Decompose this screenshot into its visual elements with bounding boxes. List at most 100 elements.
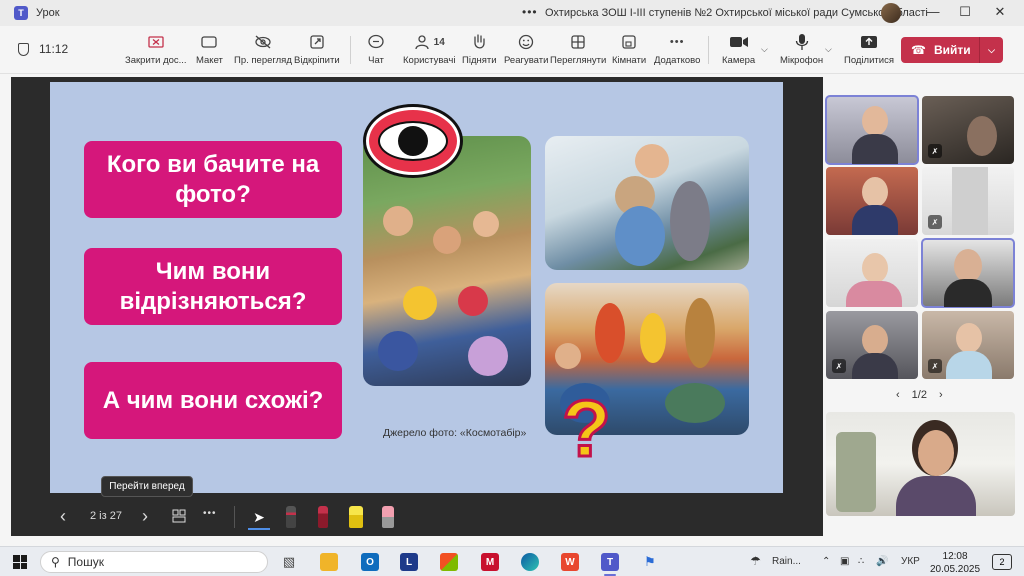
participant-tile[interactable] xyxy=(921,238,1015,308)
share-button[interactable]: Поділитися xyxy=(844,32,894,66)
participant-tile[interactable] xyxy=(826,167,918,235)
search-placeholder: Пошук xyxy=(67,555,104,569)
wps-office-icon[interactable]: W xyxy=(561,553,579,571)
share-icon xyxy=(860,32,878,52)
leave-options-chevron-icon[interactable]: ⌵ xyxy=(979,37,1003,63)
self-video-tile[interactable] xyxy=(826,412,1015,516)
more-label: Додатково xyxy=(654,55,701,66)
chat-button[interactable]: Чат xyxy=(367,32,385,66)
meeting-timer: 11:12 xyxy=(18,42,68,56)
camera-icon xyxy=(729,32,749,52)
camera-button[interactable]: Камера xyxy=(722,32,755,66)
taskbar-clock[interactable]: 12:08 20.05.2025 xyxy=(930,550,980,576)
highlighter-icon[interactable] xyxy=(349,506,363,528)
leave-label: Вийти xyxy=(933,43,971,57)
search-icon: ⚲ xyxy=(51,555,60,569)
share-label: Поділитися xyxy=(844,55,894,66)
next-slide-tooltip: Перейти вперед xyxy=(101,476,193,497)
chat-label: Чат xyxy=(368,55,384,66)
teams-taskbar-icon[interactable]: T xyxy=(601,553,619,571)
eraser-icon[interactable] xyxy=(382,506,394,528)
next-slide-button[interactable]: › xyxy=(142,506,148,527)
windows-start-icon[interactable] xyxy=(13,555,27,569)
title-bar: T Урок ••• Охтирська ЗОШ І-ІІІ ступенів … xyxy=(0,0,1024,26)
pop-out-button[interactable]: Відкріпити xyxy=(294,32,340,66)
participant-tile[interactable] xyxy=(826,239,918,307)
layout-button[interactable]: Макет xyxy=(196,32,223,66)
more-button[interactable]: ••• Додатково xyxy=(654,32,700,66)
edge-icon[interactable] xyxy=(521,553,539,571)
eye-badge-icon xyxy=(366,107,460,175)
language-indicator[interactable]: УКР xyxy=(901,556,920,567)
people-icon: 14 xyxy=(414,32,445,52)
app-pin-icon[interactable]: ⚑ xyxy=(641,553,659,571)
red-pen-icon[interactable] xyxy=(318,506,328,528)
camera-options-chevron-icon[interactable]: ⌵ xyxy=(761,44,768,55)
eye-icon xyxy=(378,121,448,161)
mic-options-chevron-icon[interactable]: ⌵ xyxy=(825,44,832,55)
toolbar-divider xyxy=(708,36,709,64)
mic-button[interactable]: Мікрофон xyxy=(780,32,823,66)
tray-chevron-icon[interactable]: ⌃ xyxy=(822,556,830,567)
eye-off-icon xyxy=(254,32,272,52)
participant-tile[interactable] xyxy=(825,95,919,165)
mic-off-icon: ✗ xyxy=(928,359,942,373)
view-button[interactable]: Переглянути xyxy=(550,32,606,66)
account-avatar[interactable] xyxy=(881,3,901,23)
clock-date: 20.05.2025 xyxy=(930,564,981,575)
phone-hangup-icon: ☎ xyxy=(911,43,926,57)
question-mark-graphic: ? xyxy=(561,384,613,473)
photo-girl-with-child xyxy=(545,136,749,270)
close-content-button[interactable]: Закрити дос... xyxy=(125,32,187,66)
clock-time: 12:08 xyxy=(942,551,968,562)
mic-off-icon: ✗ xyxy=(832,359,846,373)
close-share-icon xyxy=(148,32,164,52)
gallery-next-button[interactable]: › xyxy=(939,389,943,401)
photo-source-caption: Джерело фото: «Космотабір» xyxy=(383,427,527,439)
windows-taskbar: ⚲ Пошук ▧ O L M W T ⚑ ☂ Rain... ⌃ ▣ ∴ 🔊 … xyxy=(0,546,1024,576)
participant-tile[interactable]: ✗ xyxy=(922,96,1014,164)
slide-more-icon[interactable]: ••• xyxy=(203,508,217,519)
raise-hand-label: Підняти xyxy=(462,55,497,66)
file-explorer-icon[interactable] xyxy=(320,553,338,571)
participant-tile[interactable]: ✗ xyxy=(922,167,1014,235)
view-label: Переглянути xyxy=(550,55,607,66)
pen-icon[interactable] xyxy=(286,506,296,528)
camera-label: Камера xyxy=(722,55,756,66)
app-l-icon[interactable]: L xyxy=(400,553,418,571)
react-button[interactable]: Реагувати xyxy=(504,32,548,66)
smile-icon xyxy=(518,32,534,52)
participant-tile[interactable]: ✗ xyxy=(826,311,918,379)
people-count: 14 xyxy=(433,36,445,48)
mcafee-icon[interactable]: M xyxy=(481,553,499,571)
notifications-icon[interactable]: 2 xyxy=(992,554,1012,570)
store-icon[interactable] xyxy=(440,553,458,571)
close-window-button[interactable]: ✕ xyxy=(990,4,1010,20)
raise-hand-button[interactable]: Підняти xyxy=(462,32,497,66)
prev-slide-button[interactable]: ‹ xyxy=(60,506,66,527)
network-icon[interactable]: ▣ xyxy=(840,556,849,567)
laser-pointer-icon[interactable]: ➤ xyxy=(248,506,270,530)
weather-label[interactable]: Rain... xyxy=(772,556,801,567)
outlook-icon[interactable]: O xyxy=(361,553,379,571)
weather-icon[interactable]: ☂ xyxy=(750,554,761,568)
private-view-button[interactable]: Пр. перегляд xyxy=(234,32,292,66)
people-button[interactable]: 14 Користувачі xyxy=(403,32,455,66)
rooms-button[interactable]: Кімнати xyxy=(612,32,646,66)
mic-icon xyxy=(795,32,809,52)
gallery-prev-button[interactable]: ‹ xyxy=(896,389,900,401)
slide-grid-icon[interactable] xyxy=(172,509,186,526)
taskbar-search[interactable]: ⚲ Пошук xyxy=(40,551,268,573)
more-options-icon[interactable]: ••• xyxy=(522,5,538,19)
maximize-button[interactable]: ☐ xyxy=(955,4,975,20)
volume-icon[interactable]: 🔊 xyxy=(876,556,888,567)
wifi-icon[interactable]: ∴ xyxy=(858,556,864,567)
minimize-button[interactable]: — xyxy=(923,4,943,19)
close-content-label: Закрити дос... xyxy=(125,55,187,66)
task-view-icon[interactable]: ▧ xyxy=(280,553,298,571)
participant-tile[interactable]: ✗ xyxy=(922,311,1014,379)
layout-label: Макет xyxy=(196,55,223,66)
leave-button[interactable]: ☎ Вийти ⌵ xyxy=(901,37,1003,63)
gallery-pager: ‹ 1/2 › xyxy=(896,389,943,401)
gallery-page-label: 1/2 xyxy=(911,389,927,401)
